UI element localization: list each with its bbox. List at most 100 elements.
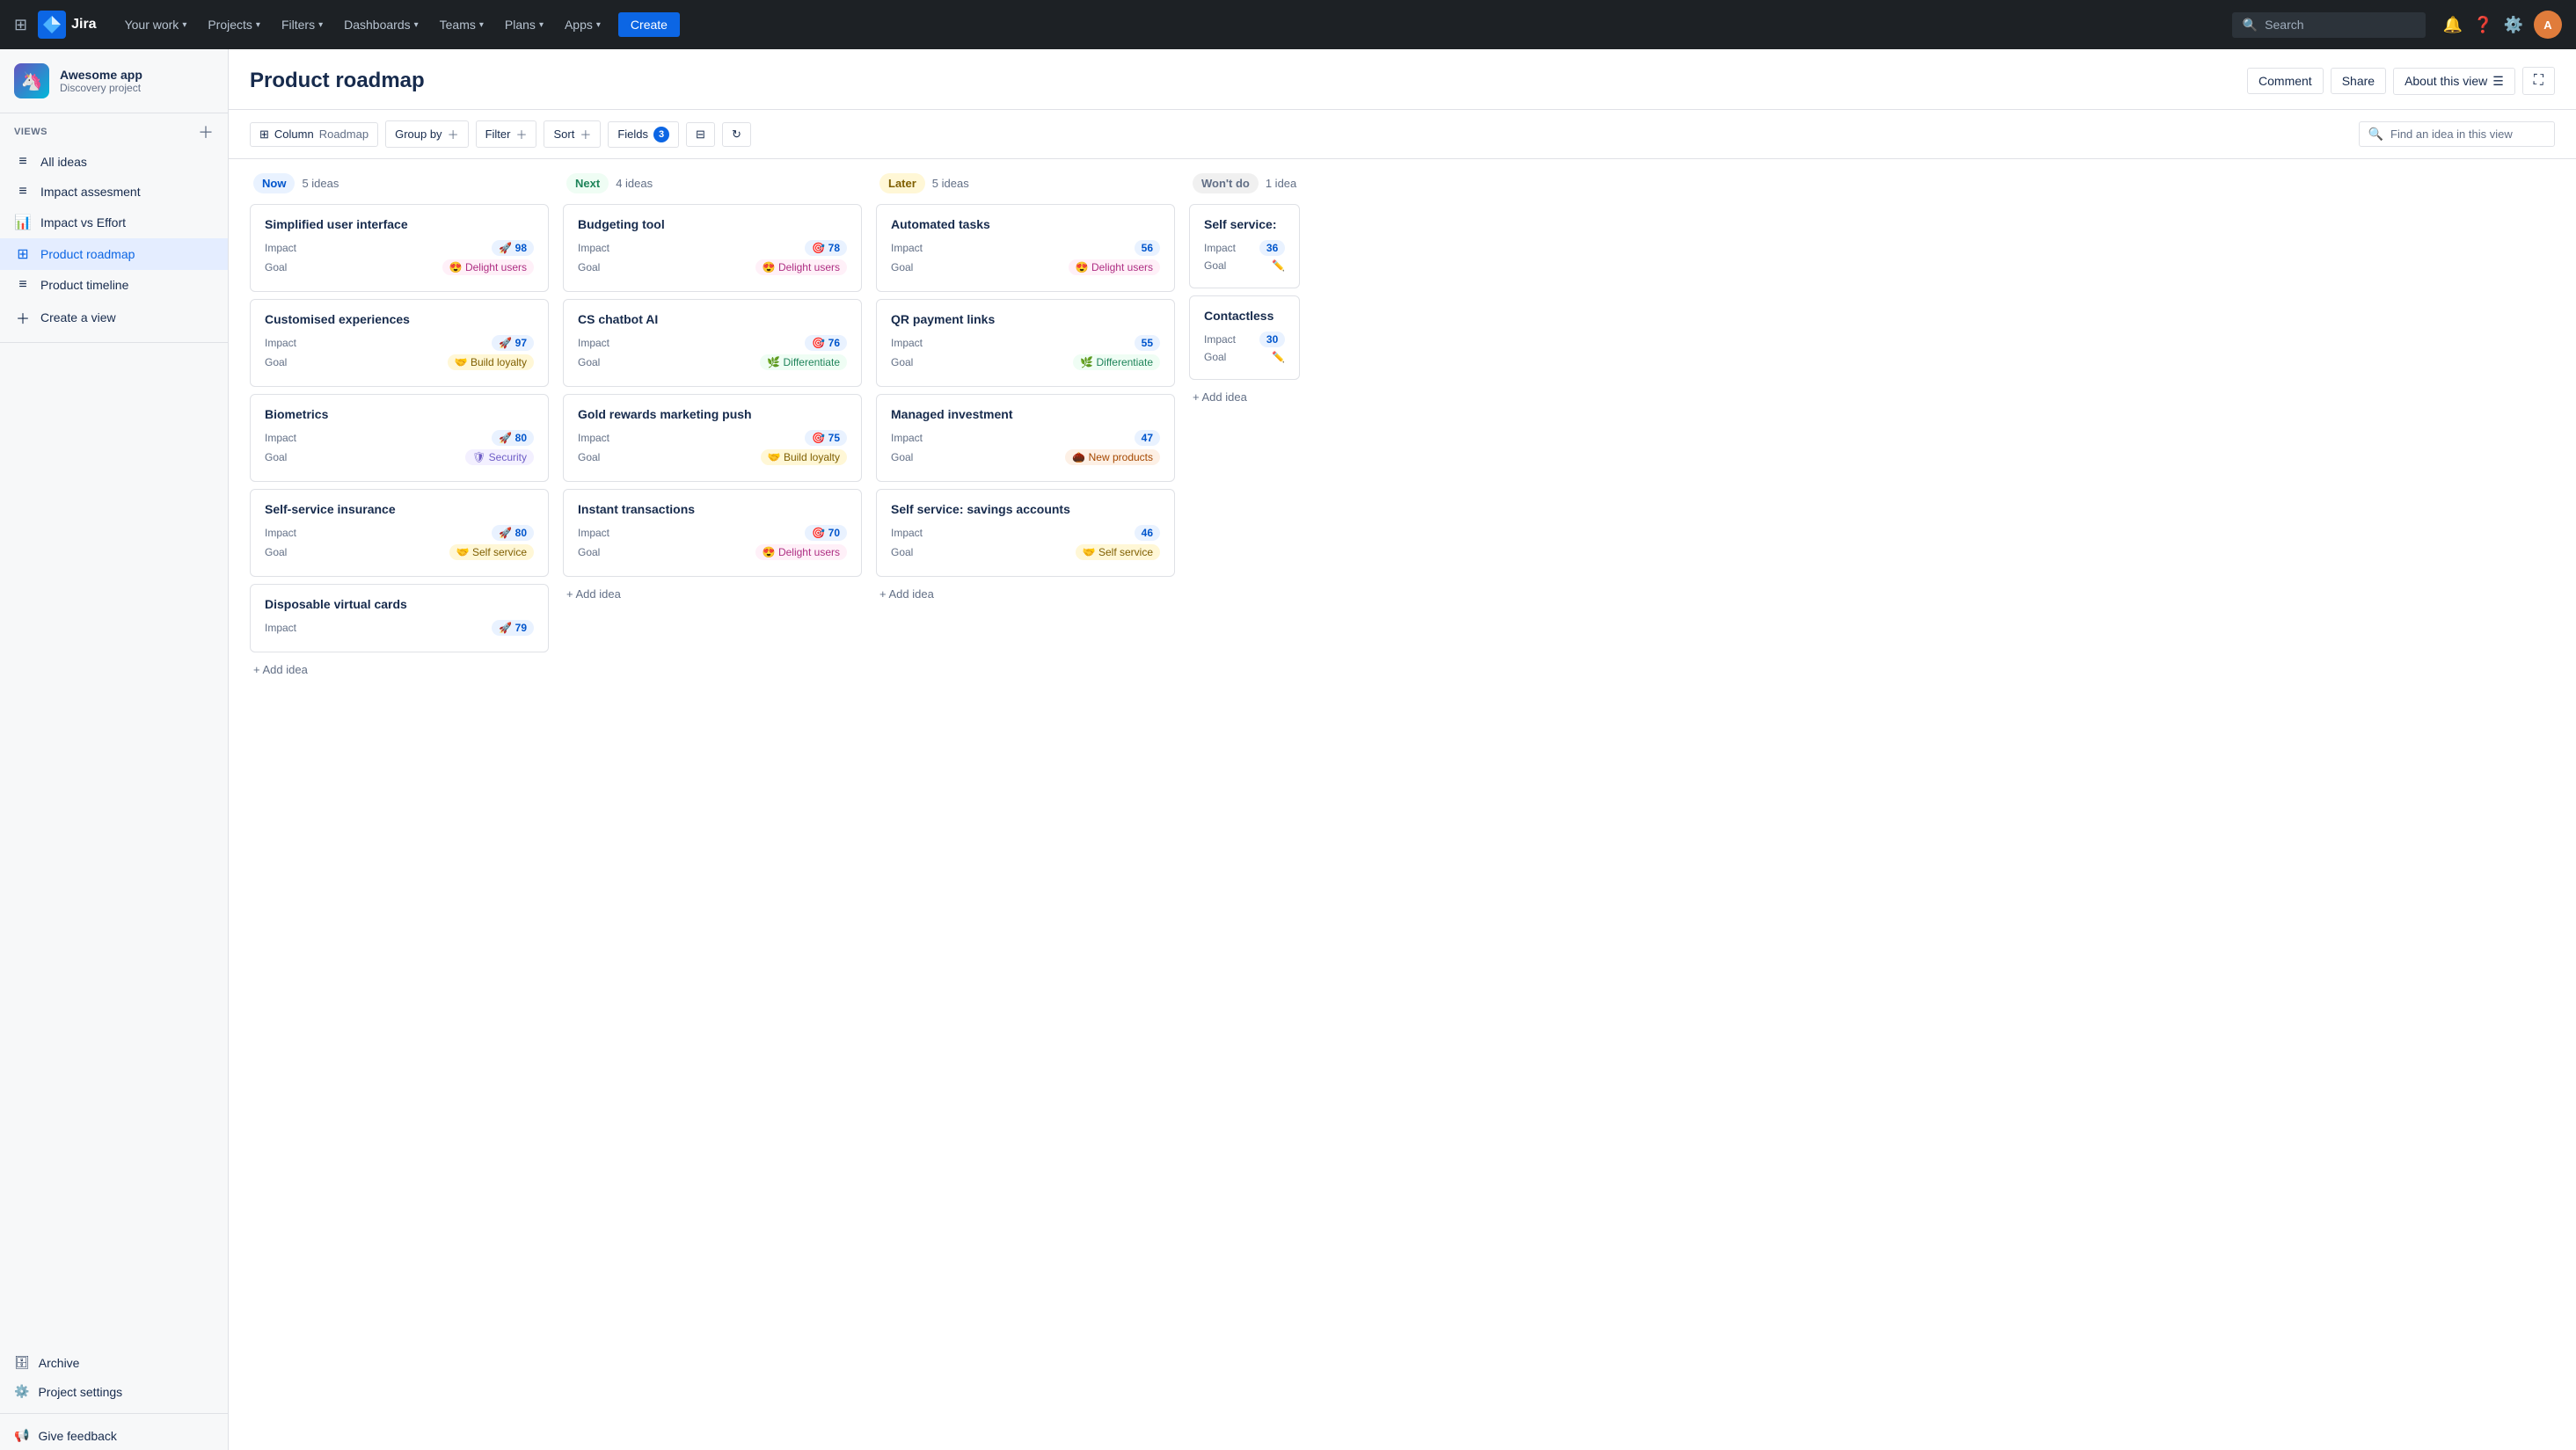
add-idea-button-now[interactable]: + Add idea <box>250 656 549 683</box>
add-idea-button-next[interactable]: + Add idea <box>563 580 862 608</box>
table-row[interactable]: ContactlessImpact30Goal✏️ <box>1189 295 1300 380</box>
notifications-icon[interactable]: 🔔 <box>2443 16 2463 34</box>
comment-button[interactable]: Comment <box>2247 68 2324 94</box>
table-row[interactable]: Instant transactionsImpact🎯 70Goal😍 Deli… <box>563 489 862 577</box>
card-goal-field: Goal✏️ <box>1204 259 1285 272</box>
filter-button[interactable]: Filter ＋ <box>476 120 537 148</box>
column-wontdo: Won't do1 ideaSelf service:Impact36Goal✏… <box>1189 173 1300 411</box>
sidebar-item-impact-assessment[interactable]: ≡ Impact assesment <box>0 177 228 207</box>
create-button[interactable]: Create <box>618 12 680 37</box>
sidebar-item-archive[interactable]: 🗄 Archive <box>0 1348 228 1377</box>
table-row[interactable]: Automated tasksImpact56Goal😍 Delight use… <box>876 204 1175 292</box>
settings-icon: ⚙️ <box>14 1384 29 1399</box>
sidebar-divider-2 <box>0 1413 228 1414</box>
table-row[interactable]: CS chatbot AIImpact🎯 76Goal🌿 Differentia… <box>563 299 862 387</box>
help-icon[interactable]: ❓ <box>2473 16 2492 34</box>
column-button[interactable]: ⊞ Column Roadmap <box>250 122 378 147</box>
sidebar-item-project-settings[interactable]: ⚙️ Project settings <box>0 1377 228 1406</box>
table-row[interactable]: Self service: savings accountsImpact46Go… <box>876 489 1175 577</box>
board-search-input[interactable] <box>2390 128 2545 141</box>
goal-value: 😍 Delight users <box>442 259 534 275</box>
sidebar-item-label: Impact assesment <box>40 185 141 199</box>
view-options-button[interactable]: ⊟ <box>686 122 715 147</box>
column-badge-next: Next <box>566 173 609 193</box>
sidebar-item-all-ideas[interactable]: ≡ All ideas <box>0 147 228 177</box>
impact-badge: 30 <box>1259 332 1285 347</box>
column-header-next: Next4 ideas <box>563 173 862 193</box>
impact-value: 🎯 75 <box>805 430 847 446</box>
card-goal-field: Goal🤝 Build loyalty <box>265 354 534 370</box>
cards-next: Budgeting toolImpact🎯 78Goal😍 Delight us… <box>563 204 862 577</box>
goal-value: 😍 Delight users <box>755 544 847 560</box>
sort-button[interactable]: Sort ＋ <box>544 120 601 148</box>
impact-label: Impact <box>891 432 923 444</box>
card-goal-field: Goal😍 Delight users <box>891 259 1160 275</box>
sidebar-item-feedback[interactable]: 📢 Give feedback <box>0 1421 228 1450</box>
table-row[interactable]: Simplified user interfaceImpact🚀 98Goal😍… <box>250 204 549 292</box>
card-title: CS chatbot AI <box>578 312 847 326</box>
card-impact-field: Impact🚀 80 <box>265 525 534 541</box>
table-row[interactable]: Budgeting toolImpact🎯 78Goal😍 Delight us… <box>563 204 862 292</box>
user-avatar[interactable]: A <box>2534 11 2562 39</box>
nav-projects[interactable]: Projects ▾ <box>201 14 267 35</box>
chevron-down-icon: ▾ <box>318 20 323 30</box>
nav-plans[interactable]: Plans ▾ <box>498 14 551 35</box>
fields-button[interactable]: Fields 3 <box>608 121 679 148</box>
app-layout: 🦄 Awesome app Discovery project VIEWS ＋ … <box>0 49 2576 1450</box>
groupby-button[interactable]: Group by ＋ <box>385 120 469 148</box>
table-row[interactable]: Managed investmentImpact47Goal🌰 New prod… <box>876 394 1175 482</box>
search-input[interactable] <box>2265 18 2415 32</box>
jira-logo[interactable]: Jira <box>38 11 96 39</box>
sidebar-item-product-timeline[interactable]: ≡ Product timeline <box>0 270 228 300</box>
search-icon: 🔍 <box>2243 18 2258 33</box>
views-label: VIEWS <box>14 127 47 137</box>
sidebar-item-create-view[interactable]: ＋ Create a view <box>0 300 228 335</box>
card-title: Managed investment <box>891 407 1160 421</box>
table-row[interactable]: Disposable virtual cardsImpact🚀 79 <box>250 584 549 652</box>
goal-tag: 🤝 Build loyalty <box>448 354 534 370</box>
impact-label: Impact <box>265 622 296 634</box>
main-content: Product roadmap Comment Share About this… <box>229 49 2576 1450</box>
table-row[interactable]: BiometricsImpact🚀 80Goal🛡 Security <box>250 394 549 482</box>
add-view-icon[interactable]: ＋ <box>198 120 214 143</box>
sidebar-item-impact-vs-effort[interactable]: 📊 Impact vs Effort <box>0 207 228 238</box>
nav-your-work[interactable]: Your work ▾ <box>118 14 194 35</box>
goal-tag: 🤝 Self service <box>1076 544 1160 560</box>
sidebar-divider <box>0 342 228 343</box>
global-search[interactable]: 🔍 <box>2232 12 2426 38</box>
sidebar-item-product-roadmap[interactable]: ⊞ Product roadmap <box>0 238 228 270</box>
goal-label: Goal <box>265 261 287 273</box>
add-idea-button-wontdo[interactable]: + Add idea <box>1189 383 1300 411</box>
table-row[interactable]: Gold rewards marketing pushImpact🎯 75Goa… <box>563 394 862 482</box>
filter-label: Filter <box>485 128 511 141</box>
refresh-button[interactable]: ↻ <box>722 122 751 147</box>
nav-dashboards[interactable]: Dashboards ▾ <box>337 14 426 35</box>
expand-button[interactable]: ⛶ <box>2522 67 2555 95</box>
card-impact-field: Impact 47 <box>891 430 1160 446</box>
impact-value: 30 <box>1259 332 1285 347</box>
table-row[interactable]: Self service:Impact36Goal✏️ <box>1189 204 1300 288</box>
card-title: Automated tasks <box>891 217 1160 231</box>
about-button[interactable]: About this view ☰ <box>2393 68 2515 95</box>
share-button[interactable]: Share <box>2331 68 2386 94</box>
goal-value: 😍 Delight users <box>755 259 847 275</box>
table-row[interactable]: Customised experiencesImpact🚀 97Goal🤝 Bu… <box>250 299 549 387</box>
goal-label: Goal <box>891 261 913 273</box>
nav-teams[interactable]: Teams ▾ <box>433 14 491 35</box>
impact-label: Impact <box>578 527 609 539</box>
nav-filters[interactable]: Filters ▾ <box>274 14 330 35</box>
goal-label: Goal <box>578 261 600 273</box>
impact-value: 47 <box>1135 430 1160 446</box>
toolbar: ⊞ Column Roadmap Group by ＋ Filter ＋ Sor… <box>229 110 2576 159</box>
table-row[interactable]: QR payment linksImpact55Goal🌿 Differenti… <box>876 299 1175 387</box>
nav-apps[interactable]: Apps ▾ <box>558 14 608 35</box>
project-icon: 🦄 <box>14 63 49 98</box>
impact-value: 🚀 80 <box>492 430 534 446</box>
settings-icon[interactable]: ⚙️ <box>2504 16 2523 34</box>
board-search[interactable]: 🔍 <box>2359 121 2555 147</box>
table-row[interactable]: Self-service insuranceImpact🚀 80Goal🤝 Se… <box>250 489 549 577</box>
grid-icon[interactable]: ⊞ <box>14 16 27 34</box>
add-idea-button-later[interactable]: + Add idea <box>876 580 1175 608</box>
card-goal-field: Goal🛡 Security <box>265 449 534 465</box>
logo-text: Jira <box>71 17 96 33</box>
